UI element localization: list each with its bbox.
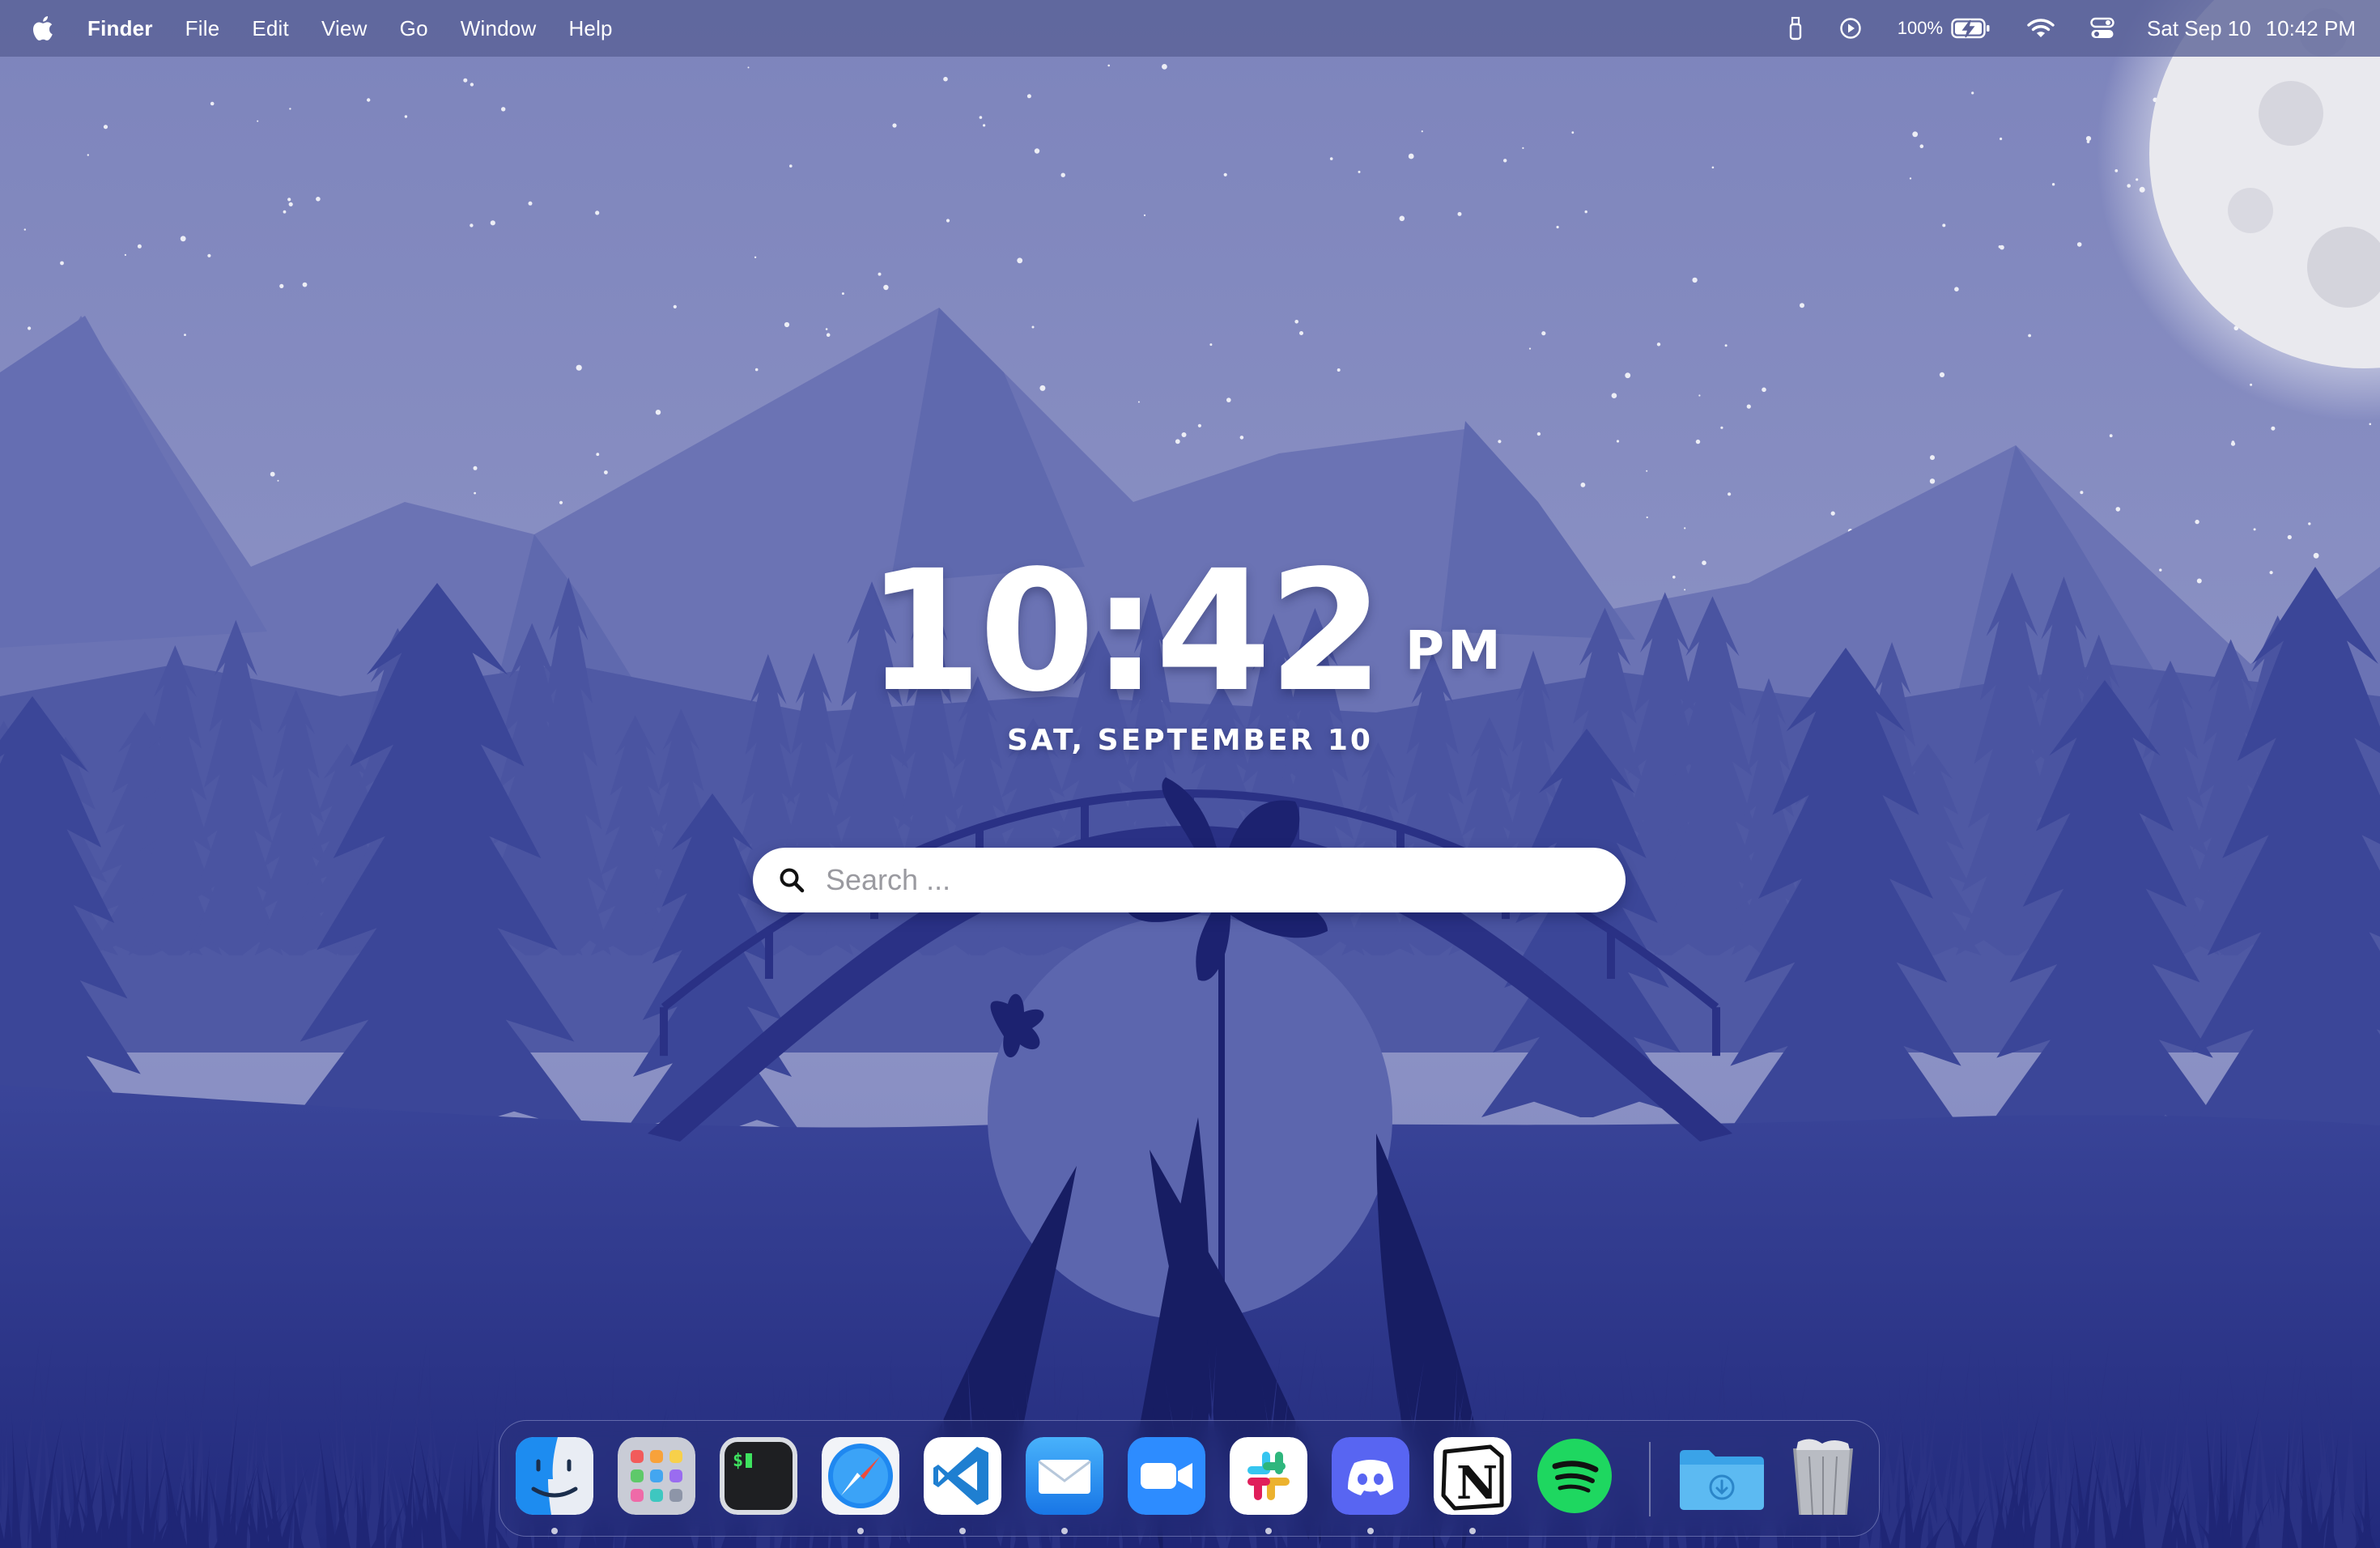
dock: $ N bbox=[499, 1420, 1880, 1537]
clock-widget: 10:42 PM bbox=[866, 518, 1514, 729]
notion-icon[interactable]: N bbox=[1434, 1437, 1511, 1515]
running-indicator bbox=[551, 1528, 558, 1534]
svg-text:$: $ bbox=[733, 1451, 743, 1471]
battery-charging-icon[interactable] bbox=[1951, 18, 1991, 39]
launchpad-icon[interactable] bbox=[618, 1437, 695, 1515]
desktop-wallpaper bbox=[0, 0, 2380, 1548]
usb-device-icon[interactable] bbox=[1787, 16, 1804, 40]
search-input[interactable] bbox=[824, 862, 1556, 898]
discord-icon[interactable] bbox=[1332, 1437, 1409, 1515]
running-indicator bbox=[1367, 1528, 1374, 1534]
menu-help[interactable]: Help bbox=[568, 16, 612, 41]
menu-window[interactable]: Window bbox=[461, 16, 537, 41]
menu-bar: Finder File Edit View Go Window Help 100… bbox=[0, 0, 2380, 57]
downloads-folder-icon[interactable] bbox=[1677, 1437, 1767, 1515]
vscode-icon[interactable] bbox=[924, 1437, 1001, 1515]
svg-text:N: N bbox=[1456, 1457, 1498, 1510]
search-icon bbox=[777, 865, 806, 895]
safari-icon[interactable] bbox=[822, 1437, 899, 1515]
menubar-time: 10:42 PM bbox=[2265, 15, 2356, 40]
battery-percentage: 100% bbox=[1897, 18, 1944, 38]
menu-app-finder[interactable]: Finder bbox=[87, 16, 153, 41]
running-indicator bbox=[959, 1528, 966, 1534]
running-indicator bbox=[1469, 1528, 1476, 1534]
running-indicator bbox=[1265, 1528, 1272, 1534]
wifi-icon[interactable] bbox=[2027, 18, 2055, 39]
spotify-icon[interactable] bbox=[1536, 1437, 1613, 1515]
running-indicator bbox=[857, 1528, 864, 1534]
play-circle-icon[interactable] bbox=[1839, 17, 1862, 40]
finder-icon[interactable] bbox=[516, 1437, 593, 1515]
slack-icon[interactable] bbox=[1230, 1437, 1307, 1515]
trash-icon[interactable] bbox=[1787, 1437, 1859, 1515]
menu-file[interactable]: File bbox=[185, 16, 220, 41]
terminal-icon[interactable]: $ bbox=[720, 1437, 797, 1515]
running-indicator bbox=[1061, 1528, 1068, 1534]
dock-separator bbox=[1649, 1442, 1651, 1516]
control-center-icon[interactable] bbox=[2090, 17, 2114, 40]
menu-view[interactable]: View bbox=[321, 16, 368, 41]
menu-go[interactable]: Go bbox=[400, 16, 428, 41]
widget-date: SAT, SEPTEMBER 10 bbox=[1007, 724, 1373, 757]
widget-time: 10:42 bbox=[866, 534, 1384, 729]
menubar-clock[interactable]: Sat Sep 10 10:42 PM bbox=[2147, 16, 2356, 41]
zoom-icon[interactable] bbox=[1128, 1437, 1205, 1515]
mail-icon[interactable] bbox=[1026, 1437, 1103, 1515]
widget-ampm: PM bbox=[1405, 619, 1504, 682]
search-bar[interactable] bbox=[753, 848, 1626, 912]
apple-logo-icon[interactable] bbox=[31, 15, 55, 42]
menu-edit[interactable]: Edit bbox=[252, 16, 289, 41]
menubar-date: Sat Sep 10 bbox=[2147, 15, 2251, 40]
